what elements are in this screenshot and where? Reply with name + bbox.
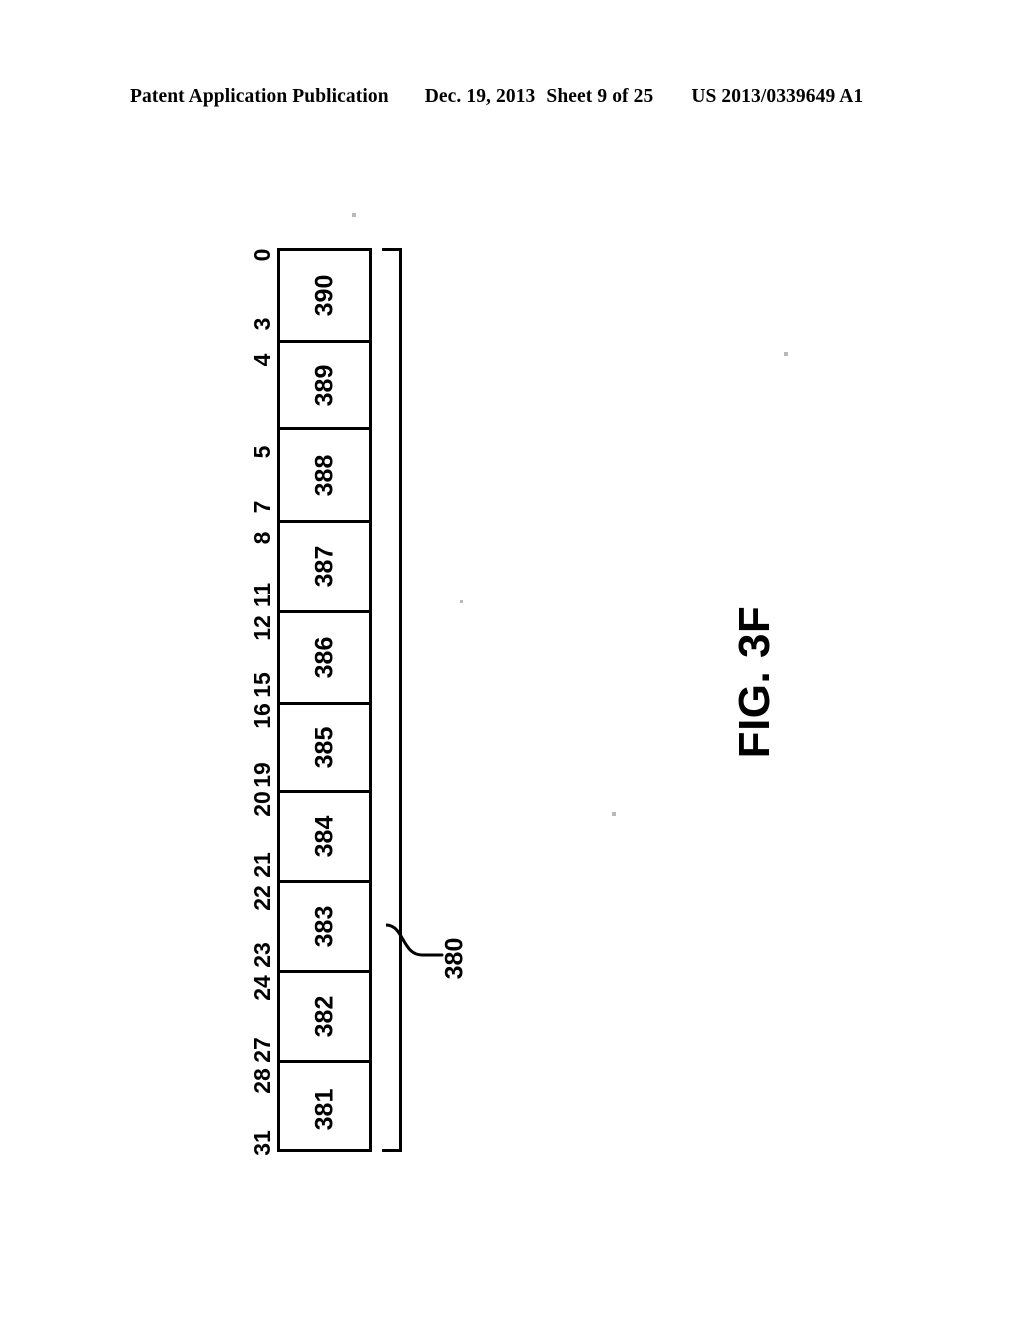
bit-field-cell-381: 381 [280, 1063, 369, 1155]
bit-position-label-20: 20 [248, 791, 275, 817]
bit-field-cell-label: 383 [310, 905, 338, 948]
bit-field-cell-label: 386 [310, 636, 338, 679]
bit-position-label-8: 8 [248, 531, 275, 545]
bit-field-cell-387: 387 [280, 523, 369, 613]
bit-field-cell-label: 390 [310, 274, 338, 317]
bit-field-table: 390 389 388 387 386 385 384 383 382 381 [277, 248, 372, 1152]
bit-field-cell-label: 385 [310, 726, 338, 769]
reference-numeral-380: 380 [440, 937, 469, 980]
word-span-bracket [382, 248, 402, 1152]
bit-field-cell-label: 389 [310, 364, 338, 406]
bit-position-label-24: 24 [248, 975, 275, 1001]
bit-position-label-22: 22 [248, 885, 275, 911]
bit-field-cell-390: 390 [280, 251, 369, 343]
bit-position-label-28: 28 [248, 1068, 275, 1094]
bit-field-cell-386: 386 [280, 613, 369, 705]
leader-curve [386, 923, 444, 957]
bit-field-cell-388: 388 [280, 430, 369, 523]
bit-field-cell-label: 382 [310, 995, 338, 1038]
bit-field-cell-383: 383 [280, 883, 369, 973]
bit-field-cell-384: 384 [280, 793, 369, 883]
bit-field-cell-382: 382 [280, 973, 369, 1063]
bit-field-cell-label: 388 [310, 454, 338, 496]
figure-3f: 0 3 4 5 7 8 11 12 15 16 19 20 21 22 23 24 27 28 31 390 389 3… [0, 0, 1024, 1320]
scan-speckle [612, 812, 616, 816]
bit-field-cell-389: 389 [280, 343, 369, 430]
bit-position-label-12: 12 [248, 615, 275, 641]
scan-speckle [352, 213, 356, 217]
bit-field-cell-385: 385 [280, 705, 369, 793]
bit-position-label-4: 4 [248, 353, 275, 367]
bit-position-label-5: 5 [248, 445, 275, 459]
bit-position-label-0: 0 [248, 248, 275, 262]
bit-field-cell-label: 387 [310, 545, 338, 588]
scan-speckle [784, 352, 788, 356]
bit-position-label-16: 16 [248, 703, 275, 729]
bit-position-label-31: 31 [248, 1130, 275, 1156]
bit-field-cell-label: 381 [310, 1088, 338, 1130]
scan-speckle [460, 600, 463, 603]
bit-field-cell-label: 384 [310, 815, 338, 858]
figure-caption: FIG. 3F [730, 605, 779, 759]
